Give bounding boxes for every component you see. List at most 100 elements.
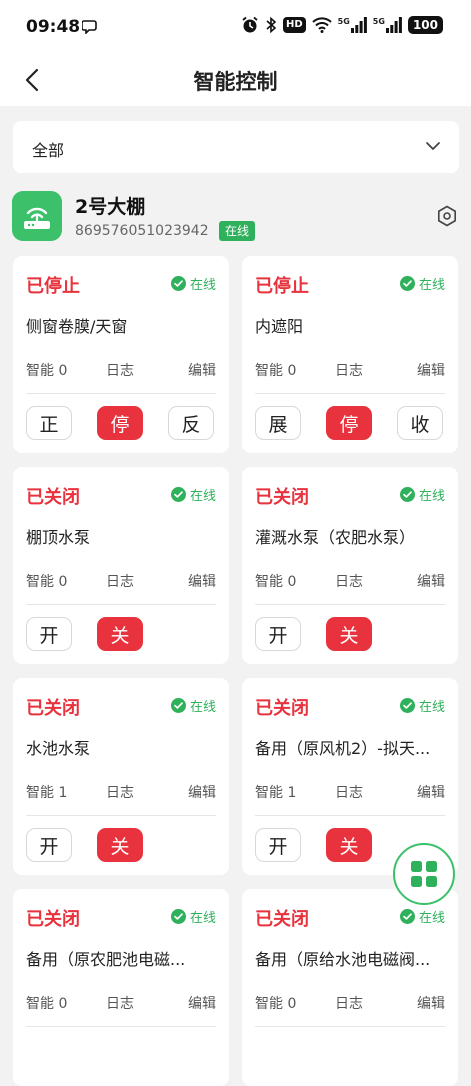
- log-link[interactable]: 日志: [106, 782, 134, 802]
- channel-status: 已关闭: [26, 487, 80, 508]
- control-button-开[interactable]: 开: [255, 828, 301, 862]
- edit-link[interactable]: 编辑: [188, 360, 216, 380]
- smart-rules-link[interactable]: 智能 0: [26, 360, 67, 380]
- device-channel-card: 已关闭 在线 灌溉水泵（农肥水泵） 智能 0 日志 编辑 开关: [242, 467, 458, 664]
- channel-name: 灌溉水泵（农肥水泵）: [255, 528, 416, 547]
- hd-badge: HD: [282, 17, 306, 33]
- channel-online-text: 在线: [189, 911, 216, 926]
- check-circle-icon: [399, 276, 415, 291]
- battery-level: 100: [407, 16, 443, 34]
- channel-actions: 智能 0 日志 编辑: [26, 360, 216, 380]
- device-channel-card: 已关闭 在线 水池水泵 智能 1 日志 编辑 开关: [13, 678, 229, 875]
- device-id: 869576051023942: [75, 223, 209, 239]
- channel-name: 备用（原农肥池电磁...: [26, 950, 186, 969]
- channel-actions: 智能 0 日志 编辑: [255, 360, 445, 380]
- channel-actions: 智能 0 日志 编辑: [26, 571, 216, 591]
- status-icons: HD 5G 5G 100: [241, 16, 443, 34]
- check-circle-icon: [399, 698, 415, 713]
- status-bar: 09:48 HD 5G 5G 100: [0, 0, 471, 56]
- control-button-停[interactable]: 停: [326, 406, 372, 440]
- channel-online-indicator: 在线: [399, 485, 445, 504]
- filter-selected-value: 全部: [32, 141, 65, 160]
- signal-bars-icon: [350, 17, 367, 33]
- signal-bars-icon: [385, 17, 402, 33]
- signal-sim1: 5G: [338, 17, 367, 33]
- channel-name: 内遮阳: [255, 317, 304, 336]
- edit-link[interactable]: 编辑: [188, 782, 216, 802]
- channel-actions: 智能 0 日志 编辑: [26, 993, 216, 1013]
- channel-online-text: 在线: [189, 700, 216, 715]
- channel-online-indicator: 在线: [170, 696, 216, 715]
- log-link[interactable]: 日志: [106, 360, 134, 380]
- smart-rules-link[interactable]: 智能 0: [255, 571, 296, 591]
- device-header: 2号大棚 869576051023942 在线: [0, 180, 471, 250]
- channel-status: 已关闭: [26, 909, 80, 930]
- smart-rules-link[interactable]: 智能 0: [26, 571, 67, 591]
- control-button-停[interactable]: 停: [97, 406, 143, 440]
- edit-link[interactable]: 编辑: [417, 782, 445, 802]
- edit-link[interactable]: 编辑: [188, 993, 216, 1013]
- channel-status: 已关闭: [255, 909, 309, 930]
- signal-sim2: 5G: [373, 17, 402, 33]
- channel-online-indicator: 在线: [170, 485, 216, 504]
- control-button-开[interactable]: 开: [26, 617, 72, 651]
- smart-rules-link[interactable]: 智能 0: [255, 993, 296, 1013]
- check-circle-icon: [170, 487, 186, 502]
- log-link[interactable]: 日志: [335, 571, 363, 591]
- channel-name: 备用（原风机2）-拟天...: [255, 739, 431, 758]
- grid-menu-fab[interactable]: [393, 843, 455, 905]
- channel-actions: 智能 0 日志 编辑: [255, 993, 445, 1013]
- control-button-关[interactable]: 关: [326, 617, 372, 651]
- channel-name: 棚顶水泵: [26, 528, 91, 547]
- log-link[interactable]: 日志: [106, 993, 134, 1013]
- control-button-关[interactable]: 关: [97, 828, 143, 862]
- check-circle-icon: [399, 909, 415, 924]
- channel-actions: 智能 1 日志 编辑: [255, 782, 445, 802]
- channel-status: 已停止: [255, 276, 309, 297]
- smart-rules-link[interactable]: 智能 0: [255, 360, 296, 380]
- channel-actions: 智能 1 日志 编辑: [26, 782, 216, 802]
- smart-rules-link[interactable]: 智能 1: [26, 782, 67, 802]
- smart-rules-link[interactable]: 智能 0: [26, 993, 67, 1013]
- control-button-开[interactable]: 开: [255, 617, 301, 651]
- control-button-开[interactable]: 开: [26, 828, 72, 862]
- wifi-icon: [311, 17, 332, 33]
- filter-dropdown[interactable]: 全部: [13, 121, 459, 173]
- channel-online-text: 在线: [418, 489, 445, 504]
- log-link[interactable]: 日志: [335, 993, 363, 1013]
- log-link[interactable]: 日志: [335, 782, 363, 802]
- control-button-正[interactable]: 正: [26, 406, 72, 440]
- chevron-down-icon: [426, 142, 440, 150]
- device-online-badge: 在线: [219, 221, 256, 241]
- channel-online-text: 在线: [418, 700, 445, 715]
- card-divider: [26, 815, 216, 816]
- channel-online-indicator: 在线: [399, 696, 445, 715]
- edit-link[interactable]: 编辑: [188, 571, 216, 591]
- device-name: 2号大棚: [75, 196, 146, 218]
- channel-online-indicator: 在线: [170, 907, 216, 926]
- log-link[interactable]: 日志: [106, 571, 134, 591]
- alarm-clock-icon: [242, 16, 258, 33]
- control-buttons: 正停反: [26, 406, 214, 440]
- channel-online-text: 在线: [189, 278, 216, 293]
- channel-online-text: 在线: [189, 489, 216, 504]
- edit-link[interactable]: 编辑: [417, 360, 445, 380]
- control-button-关[interactable]: 关: [326, 828, 372, 862]
- control-button-展[interactable]: 展: [255, 406, 301, 440]
- channel-name: 水池水泵: [26, 739, 91, 758]
- channel-status: 已关闭: [255, 487, 309, 508]
- smart-rules-link[interactable]: 智能 1: [255, 782, 296, 802]
- sim2-label: 5G: [372, 17, 385, 26]
- status-time: 09:48: [26, 17, 81, 37]
- card-divider: [255, 815, 445, 816]
- log-link[interactable]: 日志: [335, 360, 363, 380]
- check-circle-icon: [399, 487, 415, 502]
- edit-link[interactable]: 编辑: [417, 993, 445, 1013]
- check-circle-icon: [170, 698, 186, 713]
- settings-hexagon-icon[interactable]: [436, 205, 458, 227]
- channel-status: 已停止: [26, 276, 80, 297]
- control-button-关[interactable]: 关: [97, 617, 143, 651]
- control-button-收[interactable]: 收: [397, 406, 443, 440]
- edit-link[interactable]: 编辑: [417, 571, 445, 591]
- control-button-反[interactable]: 反: [168, 406, 214, 440]
